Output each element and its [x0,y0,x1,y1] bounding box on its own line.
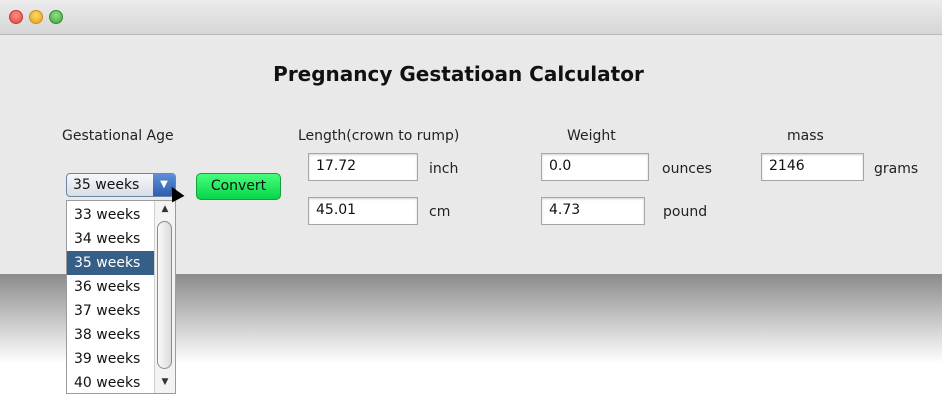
list-item[interactable]: 37 weeks [67,299,155,323]
list-item-selected[interactable]: 35 weeks [67,251,155,275]
scrollbar-thumb[interactable] [157,221,172,369]
grams-unit-label: grams [874,161,919,177]
list-item[interactable]: 36 weeks [67,275,155,299]
length-label: Length(crown to rump) [298,128,460,144]
scroll-down-arrow-icon[interactable]: ▼ [155,377,175,387]
close-window-icon[interactable] [9,10,23,24]
page-title: Pregnancy Gestatioan Calculator [273,62,644,86]
pound-unit-label: pound [663,204,708,220]
list-scrollbar[interactable]: ▲ ▼ [154,201,175,393]
gestational-age-label: Gestational Age [62,128,174,144]
length-cm-field[interactable]: 45.01 [308,197,418,225]
inch-unit-label: inch [429,161,459,177]
list-item[interactable]: 40 weeks [67,371,155,395]
scroll-up-arrow-icon[interactable]: ▲ [155,204,175,214]
dropdown-selected-value: 35 weeks [73,177,140,193]
list-item[interactable]: 34 weeks [67,227,155,251]
list-item[interactable]: 33 weeks [67,203,155,227]
list-item[interactable]: 38 weeks [67,323,155,347]
gestational-age-dropdown[interactable]: 35 weeks ▼ [66,173,176,197]
minimize-window-icon[interactable] [29,10,43,24]
weight-pound-field[interactable]: 4.73 [541,197,645,225]
cm-unit-label: cm [429,204,451,220]
zoom-window-icon[interactable] [49,10,63,24]
gestational-age-options-list[interactable]: 33 weeks 34 weeks 35 weeks 36 weeks 37 w… [66,200,176,394]
weight-ounces-field[interactable]: 0.0 [541,153,649,181]
weight-label: Weight [567,128,616,144]
ounces-unit-label: ounces [662,161,712,177]
convert-button[interactable]: Convert [196,173,281,200]
mass-grams-field[interactable]: 2146 [761,153,864,181]
mass-label: mass [787,128,824,144]
title-bar [0,0,942,35]
length-inch-field[interactable]: 17.72 [308,153,418,181]
list-item[interactable]: 39 weeks [67,347,155,371]
